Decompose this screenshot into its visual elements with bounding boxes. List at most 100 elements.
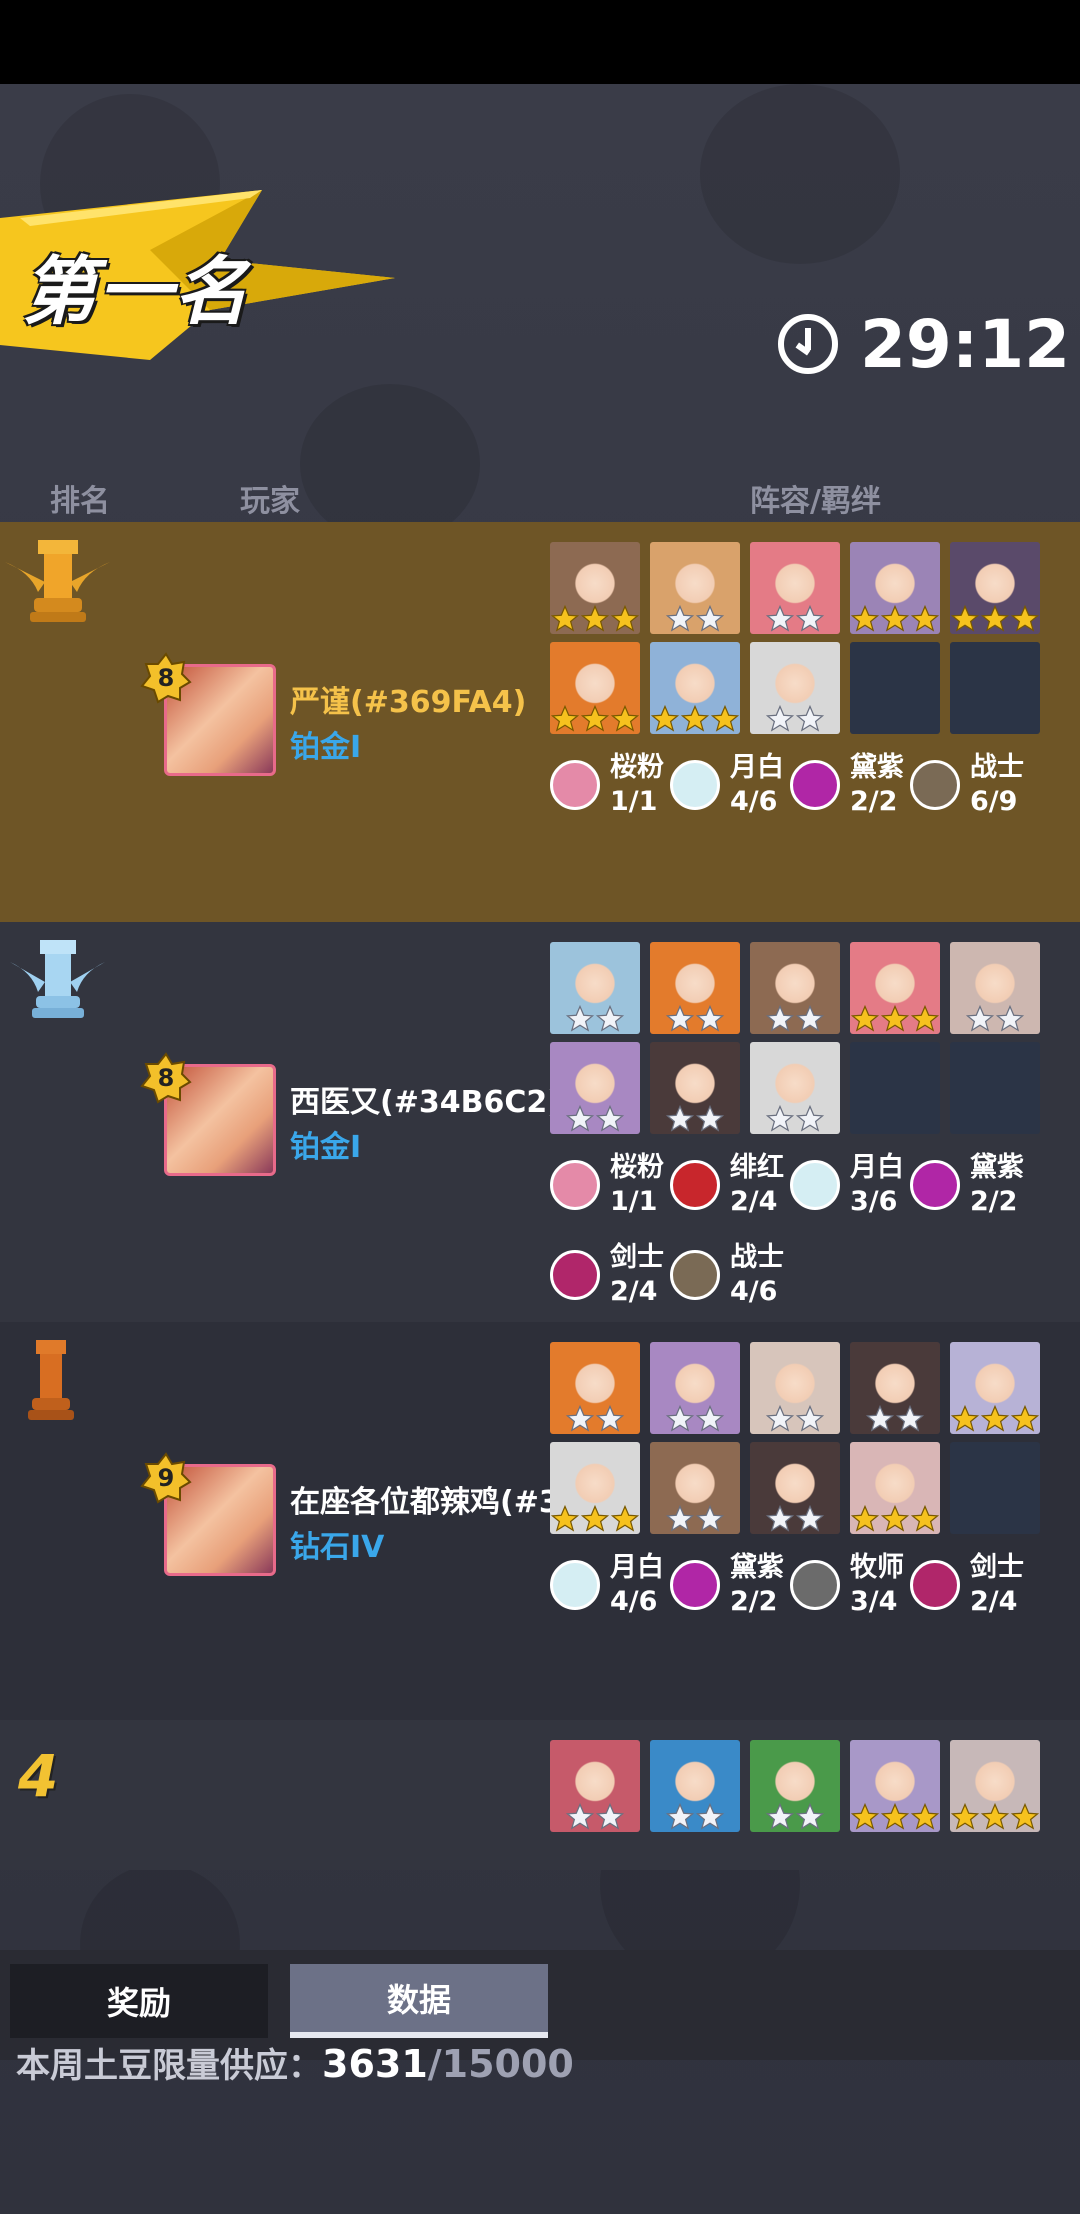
level-badge: 8 [140, 1052, 192, 1104]
bond-count: 1/1 [610, 1186, 658, 1217]
swirl-icon [910, 1160, 960, 1210]
column-header-rank: 排名 [50, 484, 110, 519]
bond-name: 战士 [970, 752, 1024, 783]
star-icon [595, 1004, 625, 1032]
star-icon [795, 1802, 825, 1830]
hero-portrait[interactable] [650, 942, 740, 1034]
hero-portrait[interactable] [550, 642, 640, 734]
hero-portrait[interactable] [650, 542, 740, 634]
synergy-bond[interactable]: 月白 4/6 [550, 1550, 664, 1620]
synergy-bond[interactable]: 剑士 2/4 [910, 1550, 1024, 1620]
star-rating [650, 604, 740, 634]
star-icon [795, 704, 825, 732]
player-avatar[interactable]: 8 [140, 652, 280, 782]
hero-portrait[interactable] [650, 642, 740, 734]
hero-portrait[interactable] [550, 1342, 640, 1434]
hero-portrait[interactable] [750, 1342, 840, 1434]
star-icon [665, 1802, 695, 1830]
empty-hero-slot [950, 1042, 1040, 1134]
hero-portrait[interactable] [750, 1442, 840, 1534]
synergy-bond[interactable]: 月白 4/6 [670, 750, 784, 820]
synergy-bond[interactable]: 桜粉 1/1 [550, 750, 664, 820]
hero-portrait[interactable] [750, 1740, 840, 1832]
hero-portrait[interactable] [850, 1342, 940, 1434]
star-rating [550, 1404, 640, 1434]
timer-text: 29:12 [860, 305, 1071, 383]
hero-portrait[interactable] [950, 1740, 1040, 1832]
hero-portrait[interactable] [750, 542, 840, 634]
bond-name: 月白 [730, 752, 784, 783]
hero-portrait[interactable] [550, 1442, 640, 1534]
hero-portrait[interactable] [850, 942, 940, 1034]
star-rating [750, 1004, 840, 1034]
star-rating [950, 1004, 1040, 1034]
hero-portrait[interactable] [950, 1342, 1040, 1434]
bond-count: 2/4 [610, 1276, 658, 1307]
hero-portrait[interactable] [650, 1342, 740, 1434]
star-rating [650, 1104, 740, 1134]
synergy-bond[interactable]: 黛紫 2/2 [790, 750, 904, 820]
hero-portrait[interactable] [650, 1740, 740, 1832]
star-rating [750, 1802, 840, 1832]
star-rating [850, 1404, 940, 1434]
hero-portrait[interactable] [850, 1740, 940, 1832]
hero-portrait[interactable] [850, 1442, 940, 1534]
hero-portrait[interactable] [550, 1740, 640, 1832]
player-name: 西医又(#34B6C2) [290, 1085, 561, 1120]
synergy-bond[interactable]: 桜粉 1/1 [550, 1150, 664, 1220]
star-icon [795, 1504, 825, 1532]
star-icon [595, 1104, 625, 1132]
star-icon [765, 1504, 795, 1532]
synergy-bond[interactable]: 剑士 2/4 [550, 1240, 664, 1310]
hero-portrait[interactable] [850, 542, 940, 634]
bond-name: 月白 [610, 1552, 664, 1583]
hero-portrait[interactable] [550, 1042, 640, 1134]
empty-hero-slot [950, 1442, 1040, 1534]
column-header-lineup: 阵容/羁绊 [750, 484, 881, 519]
star-icon [765, 1104, 795, 1132]
synergy-bond[interactable]: 战士 6/9 [910, 750, 1024, 820]
empty-hero-slot [850, 642, 940, 734]
bond-text: 月白 3/6 [850, 1151, 904, 1219]
hero-portrait[interactable] [950, 942, 1040, 1034]
star-rating [750, 1504, 840, 1534]
bond-name: 剑士 [610, 1242, 664, 1273]
player-avatar[interactable]: 9 [140, 1452, 280, 1582]
synergy-bond[interactable]: 绯红 2/4 [670, 1150, 784, 1220]
tab-data[interactable]: 数据 [290, 1964, 548, 2038]
star-rating [650, 1004, 740, 1034]
synergy-bond[interactable]: 黛紫 2/2 [910, 1150, 1024, 1220]
star-icon [695, 1802, 725, 1830]
hero-portrait[interactable] [750, 1042, 840, 1134]
bond-text: 黛紫 2/2 [850, 751, 904, 819]
supply-value: 3631 [322, 2042, 428, 2086]
synergy-bond[interactable]: 战士 4/6 [670, 1240, 784, 1310]
bond-name: 剑士 [970, 1552, 1024, 1583]
hero-portrait[interactable] [750, 642, 840, 734]
star-icon [980, 604, 1010, 632]
hero-portrait[interactable] [650, 1042, 740, 1134]
star-icon [610, 604, 640, 632]
star-rating [750, 1404, 840, 1434]
bond-name: 黛紫 [970, 1152, 1024, 1183]
star-icon [710, 704, 740, 732]
bond-name: 牧师 [850, 1552, 904, 1583]
star-icon [910, 1802, 940, 1830]
bond-text: 战士 6/9 [970, 751, 1024, 819]
bond-text: 剑士 2/4 [970, 1551, 1024, 1619]
player-avatar[interactable]: 8 [140, 1052, 280, 1182]
hero-portrait[interactable] [550, 542, 640, 634]
player-name: 严谨(#369FA4) [290, 685, 527, 720]
hero-portrait[interactable] [750, 942, 840, 1034]
hero-portrait[interactable] [550, 942, 640, 1034]
hero-portrait[interactable] [950, 542, 1040, 634]
swirl-icon [790, 760, 840, 810]
star-icon [880, 604, 910, 632]
star-icon [765, 1404, 795, 1432]
hero-portrait[interactable] [650, 1442, 740, 1534]
synergy-bond[interactable]: 黛紫 2/2 [670, 1550, 784, 1620]
synergy-bond[interactable]: 牧师 3/4 [790, 1550, 904, 1620]
star-icon [880, 1802, 910, 1830]
synergy-bond[interactable]: 月白 3/6 [790, 1150, 904, 1220]
tab-rewards[interactable]: 奖励 [10, 1964, 268, 2038]
